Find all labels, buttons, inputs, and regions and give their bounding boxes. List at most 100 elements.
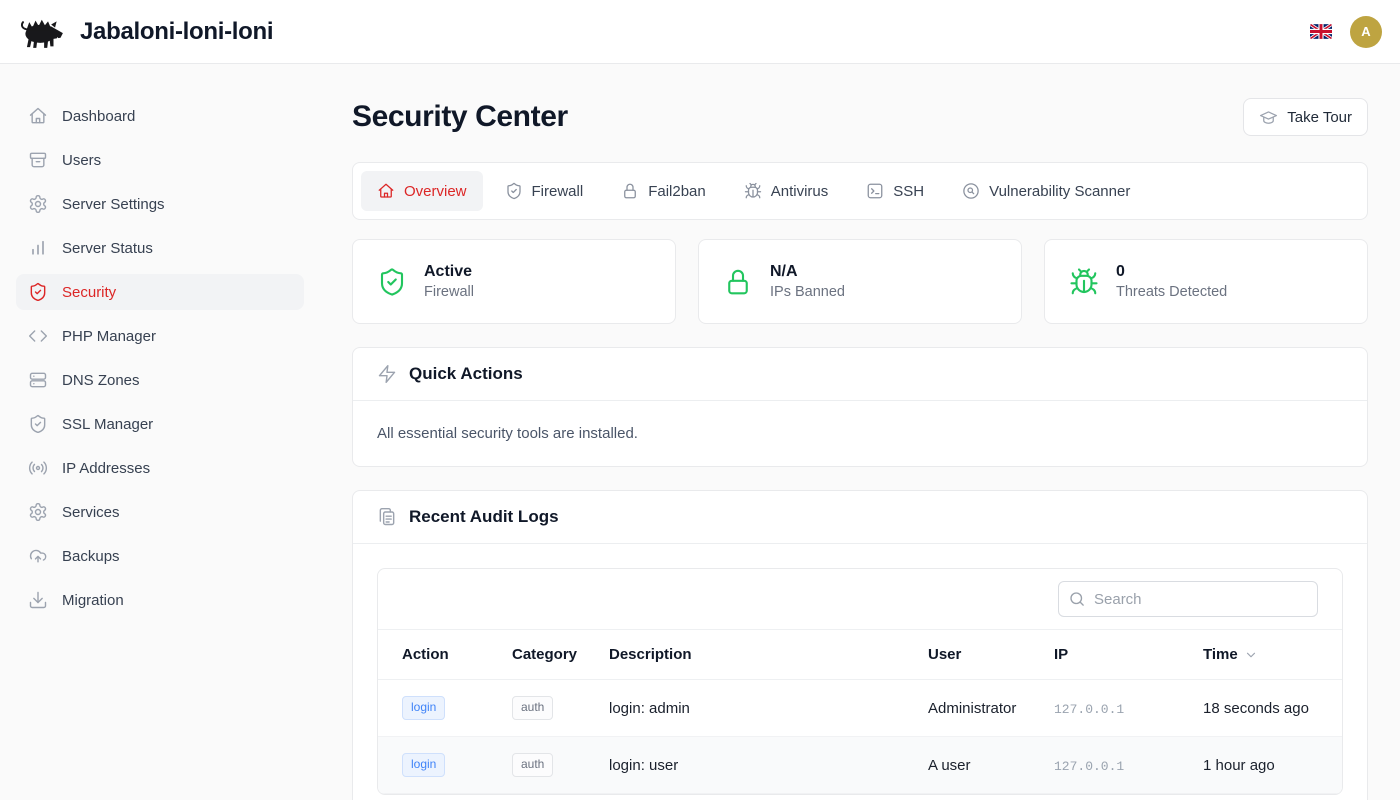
- audit-logs-section: Recent Audit Logs: [352, 490, 1368, 800]
- sidebar-item-ip-addresses[interactable]: IP Addresses: [16, 450, 304, 486]
- bar-chart-icon: [28, 238, 48, 258]
- tab-firewall[interactable]: Firewall: [489, 171, 600, 211]
- status-card-ips-banned: N/A IPs Banned: [698, 239, 1022, 324]
- audit-logs-title: Recent Audit Logs: [409, 507, 559, 527]
- home-icon: [28, 106, 48, 126]
- log-time: 18 seconds ago: [1179, 680, 1342, 737]
- column-header-action: Action: [378, 630, 488, 680]
- action-badge: login: [402, 696, 445, 720]
- top-header: Jabaloni-loni-loni A: [0, 0, 1400, 64]
- shield-check-icon: [377, 267, 407, 297]
- search-icon: [1068, 590, 1086, 608]
- sidebar-item-label: DNS Zones: [62, 372, 140, 389]
- tab-overview[interactable]: Overview: [361, 171, 483, 211]
- tab-label: Overview: [404, 183, 467, 200]
- sidebar-item-server-settings[interactable]: Server Settings: [16, 186, 304, 222]
- audit-search-input[interactable]: [1058, 581, 1318, 617]
- status-card-firewall: Active Firewall: [352, 239, 676, 324]
- column-header-time[interactable]: Time: [1179, 630, 1342, 680]
- sidebar-item-label: Dashboard: [62, 108, 135, 125]
- tab-ssh[interactable]: SSH: [850, 171, 940, 211]
- status-value: N/A: [770, 263, 845, 281]
- sidebar-item-php-manager[interactable]: PHP Manager: [16, 318, 304, 354]
- main-content: Security Center Take Tour Overview Firew…: [320, 64, 1400, 800]
- tab-vulnerability-scanner[interactable]: Vulnerability Scanner: [946, 171, 1146, 211]
- sidebar-item-security[interactable]: Security: [16, 274, 304, 310]
- log-user: A user: [904, 737, 1030, 794]
- action-badge: login: [402, 753, 445, 777]
- shield-check-icon: [28, 282, 48, 302]
- take-tour-label: Take Tour: [1287, 109, 1352, 126]
- log-ip: 127.0.0.1: [1054, 702, 1124, 717]
- search-circle-icon: [962, 182, 980, 200]
- graduation-cap-icon: [1259, 108, 1278, 127]
- sidebar: Dashboard Users Server Settings Server S…: [0, 64, 320, 800]
- user-avatar[interactable]: A: [1350, 16, 1382, 48]
- category-badge: auth: [512, 753, 553, 777]
- quick-actions-message: All essential security tools are install…: [377, 425, 1343, 442]
- sidebar-item-label: Security: [62, 284, 116, 301]
- cloud-upload-icon: [28, 546, 48, 566]
- table-row[interactable]: login auth login: admin Administrator 12…: [378, 680, 1342, 737]
- code-icon: [28, 326, 48, 346]
- status-value: 0: [1116, 263, 1227, 281]
- sidebar-item-label: PHP Manager: [62, 328, 156, 345]
- sidebar-item-dns-zones[interactable]: DNS Zones: [16, 362, 304, 398]
- log-time: 1 hour ago: [1179, 737, 1342, 794]
- log-user: Administrator: [904, 680, 1030, 737]
- status-card-threats: 0 Threats Detected: [1044, 239, 1368, 324]
- server-icon: [28, 370, 48, 390]
- log-description: login: user: [585, 737, 904, 794]
- security-tabs: Overview Firewall Fail2ban Antivirus SSH…: [352, 162, 1368, 220]
- column-header-category: Category: [488, 630, 585, 680]
- sidebar-item-server-status[interactable]: Server Status: [16, 230, 304, 266]
- take-tour-button[interactable]: Take Tour: [1243, 98, 1368, 136]
- sidebar-item-label: Users: [62, 152, 101, 169]
- terminal-icon: [866, 182, 884, 200]
- tab-fail2ban[interactable]: Fail2ban: [605, 171, 722, 211]
- home-icon: [377, 182, 395, 200]
- shield-check-icon: [505, 182, 523, 200]
- tab-label: Vulnerability Scanner: [989, 183, 1130, 200]
- boar-logo-icon: [16, 13, 66, 50]
- download-icon: [28, 590, 48, 610]
- sidebar-item-label: Services: [62, 504, 120, 521]
- audit-logs-table-card: Action Category Description User IP Time: [377, 568, 1343, 795]
- shield-check-icon: [28, 414, 48, 434]
- log-description: login: admin: [585, 680, 904, 737]
- tab-label: Antivirus: [771, 183, 829, 200]
- sidebar-item-backups[interactable]: Backups: [16, 538, 304, 574]
- tab-label: SSH: [893, 183, 924, 200]
- tab-antivirus[interactable]: Antivirus: [728, 171, 845, 211]
- sidebar-item-dashboard[interactable]: Dashboard: [16, 98, 304, 134]
- sidebar-item-label: Migration: [62, 592, 124, 609]
- sidebar-item-services[interactable]: Services: [16, 494, 304, 530]
- sidebar-item-label: Backups: [62, 548, 120, 565]
- table-row[interactable]: login auth login: user A user 127.0.0.1 …: [378, 737, 1342, 794]
- chevron-down-icon: [1244, 648, 1258, 662]
- status-label: Firewall: [424, 284, 474, 300]
- lock-icon: [621, 182, 639, 200]
- sidebar-item-label: Server Status: [62, 240, 153, 257]
- log-ip: 127.0.0.1: [1054, 759, 1124, 774]
- bug-icon: [744, 182, 762, 200]
- quick-actions-title: Quick Actions: [409, 364, 523, 384]
- page-title: Security Center: [352, 100, 568, 134]
- tab-label: Firewall: [532, 183, 584, 200]
- gear-icon: [28, 502, 48, 522]
- column-header-ip: IP: [1030, 630, 1179, 680]
- sidebar-item-ssl-manager[interactable]: SSL Manager: [16, 406, 304, 442]
- clipboard-copy-icon: [377, 507, 397, 527]
- sidebar-item-migration[interactable]: Migration: [16, 582, 304, 618]
- status-label: Threats Detected: [1116, 284, 1227, 300]
- sidebar-item-label: Server Settings: [62, 196, 165, 213]
- uk-flag-icon[interactable]: [1310, 24, 1332, 39]
- status-value: Active: [424, 263, 474, 281]
- radio-icon: [28, 458, 48, 478]
- column-header-description: Description: [585, 630, 904, 680]
- brand: Jabaloni-loni-loni: [16, 13, 273, 50]
- zap-icon: [377, 364, 397, 384]
- archive-box-icon: [28, 150, 48, 170]
- quick-actions-section: Quick Actions All essential security too…: [352, 347, 1368, 467]
- sidebar-item-users[interactable]: Users: [16, 142, 304, 178]
